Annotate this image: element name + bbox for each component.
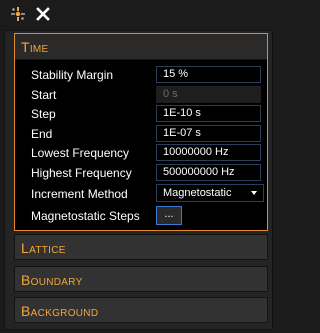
stability-margin-field[interactable]: 15 % — [156, 66, 261, 83]
time-section-title: Time — [21, 39, 49, 55]
background-section-title: Background — [21, 303, 99, 319]
highest-frequency-field[interactable]: 500000000 Hz — [156, 164, 261, 181]
increment-method-value: Magnetostatic — [163, 187, 232, 199]
highest-frequency-label: Highest Frequency — [31, 166, 132, 180]
lowest-frequency-field[interactable]: 10000000 Hz — [156, 144, 261, 161]
close-icon[interactable] — [35, 6, 51, 22]
increment-method-select[interactable]: Magnetostatic — [156, 184, 264, 202]
lattice-section: Lattice — [14, 234, 268, 260]
magnetostatic-steps-button[interactable]: ... — [156, 206, 182, 225]
magnetostatic-steps-label: Magnetostatic Steps — [31, 209, 140, 223]
time-section-body: Stability Margin 15 % Start 0 s Step 1E-… — [15, 60, 267, 230]
properties-panel: Time Stability Margin 15 % Start 0 s Ste… — [4, 30, 273, 330]
boundary-section-title: Boundary — [21, 272, 83, 288]
stability-margin-label: Stability Margin — [31, 68, 114, 82]
chevron-down-icon — [251, 191, 257, 195]
step-label: Step — [31, 107, 56, 121]
background-section-header[interactable]: Background — [14, 297, 268, 323]
boundary-section: Boundary — [14, 266, 268, 292]
step-field[interactable]: 1E-10 s — [156, 105, 261, 122]
time-section-header[interactable]: Time — [15, 34, 267, 60]
start-label: Start — [31, 88, 57, 102]
background-section: Background — [14, 297, 268, 323]
lattice-section-title: Lattice — [21, 240, 66, 256]
start-field: 0 s — [156, 86, 261, 103]
panel-toolbar — [0, 0, 277, 30]
end-label: End — [31, 127, 53, 141]
lowest-frequency-label: Lowest Frequency — [31, 146, 130, 160]
boundary-section-header[interactable]: Boundary — [14, 266, 268, 292]
pin-icon[interactable] — [10, 6, 26, 22]
end-field[interactable]: 1E-07 s — [156, 125, 261, 142]
lattice-section-header[interactable]: Lattice — [14, 234, 268, 260]
time-section: Time Stability Margin 15 % Start 0 s Ste… — [14, 33, 268, 231]
increment-method-label: Increment Method — [31, 187, 128, 201]
